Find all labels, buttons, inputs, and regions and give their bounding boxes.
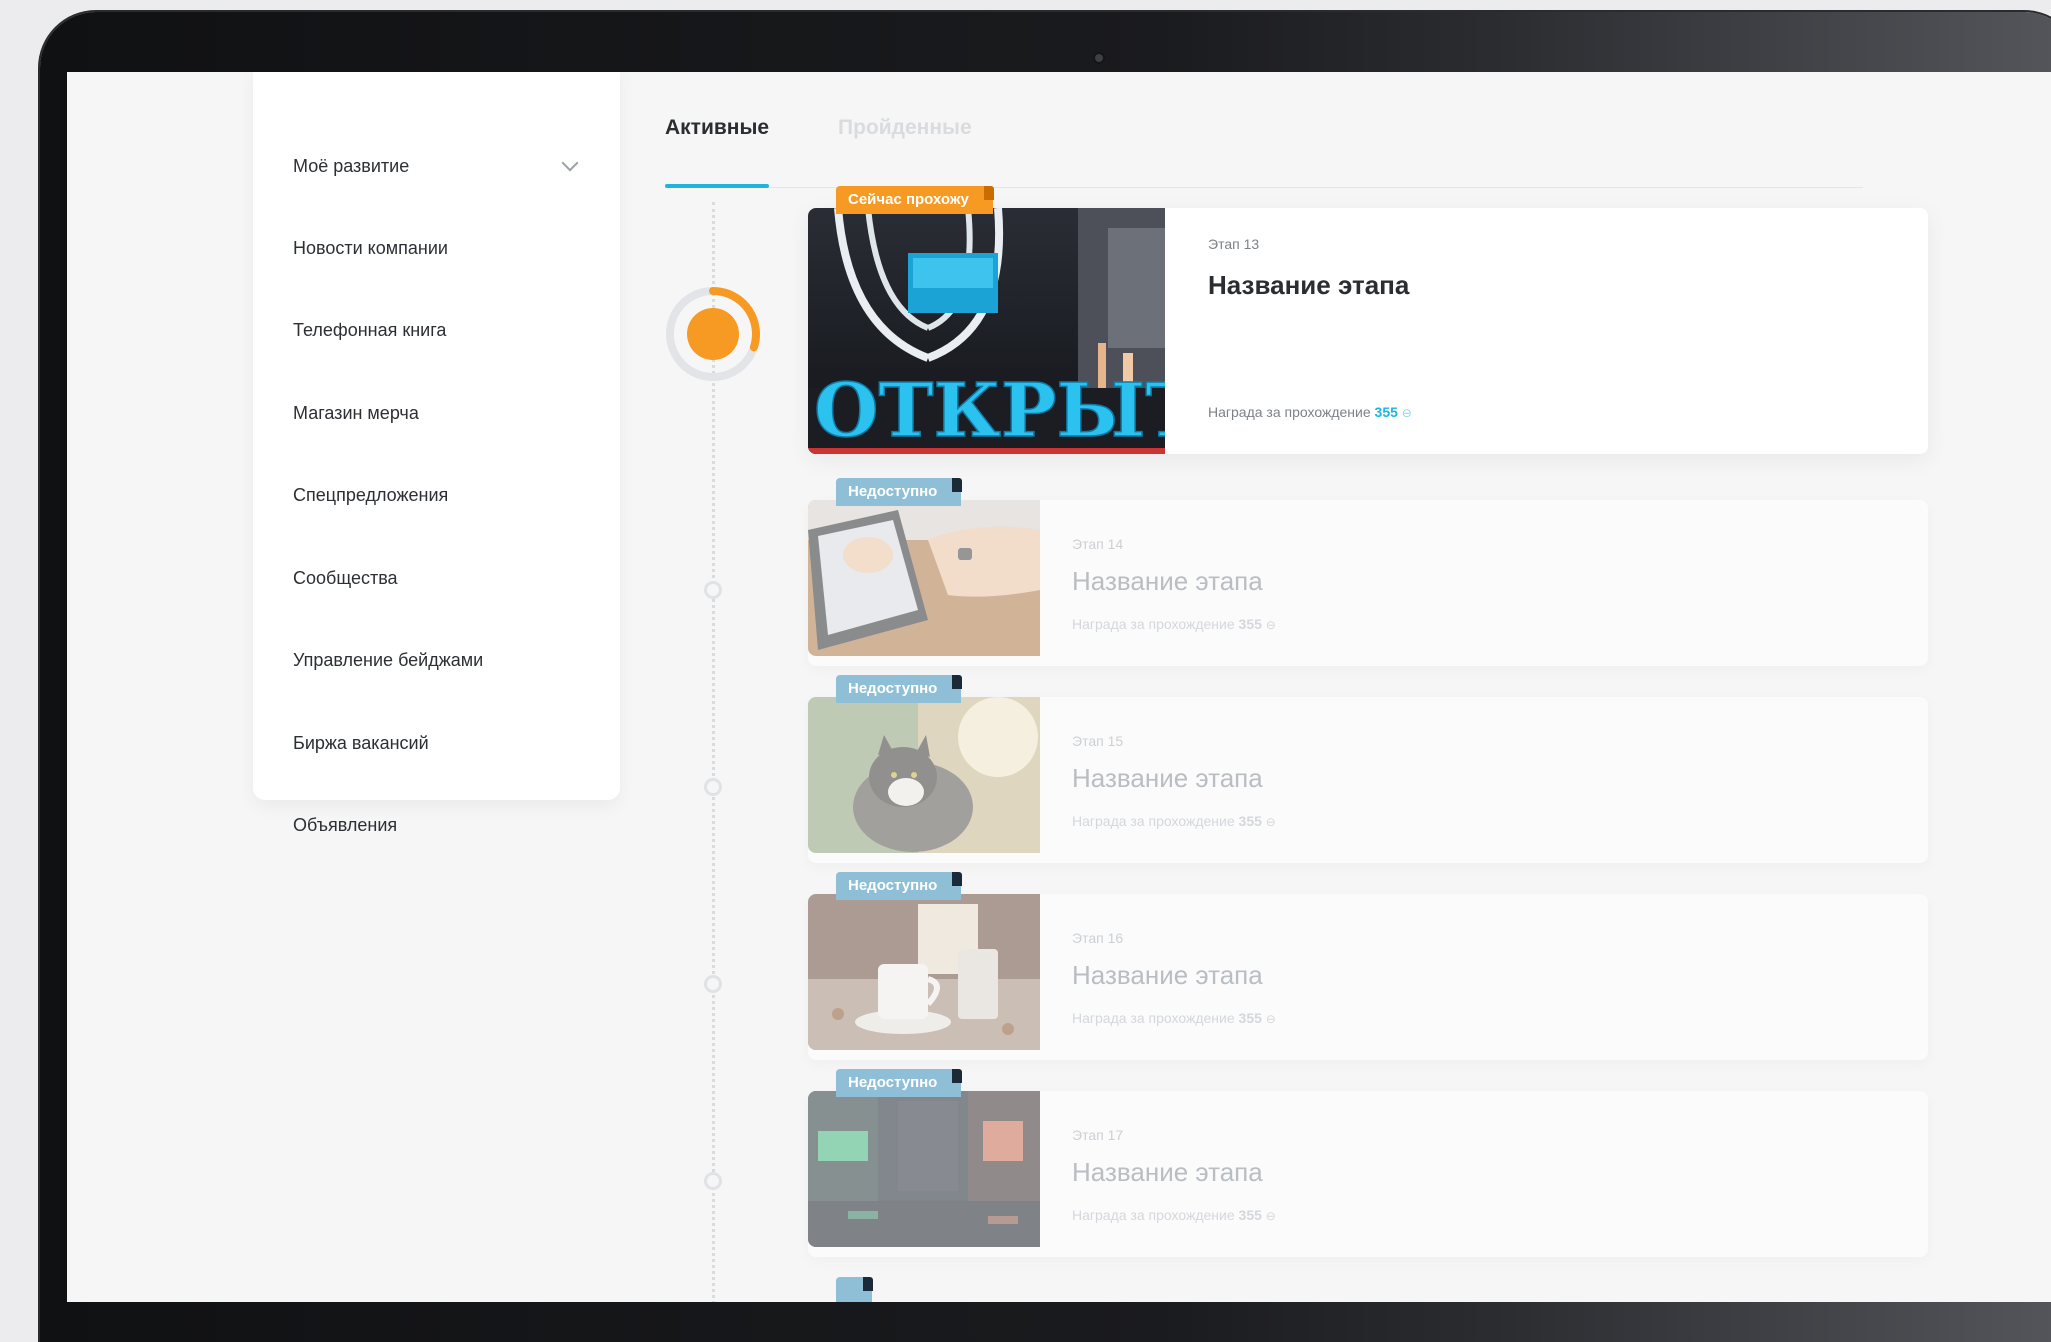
status-badge-label: Недоступно	[848, 1074, 938, 1091]
stage-reward: Награда за прохождение 355 ⊖	[1072, 813, 1276, 829]
status-badge: Сейчас прохожу	[836, 186, 994, 214]
badge-fold	[983, 186, 994, 200]
sidebar-item-label: Сообщества	[293, 567, 398, 588]
stand-sign-text: ОТКРЫТ	[814, 368, 1165, 454]
badge-fold	[952, 872, 963, 886]
stage-card-locked[interactable]: Недоступно Этап 17 Название этапа Наград…	[808, 1069, 1928, 1257]
stage-image-night-street	[808, 1091, 1040, 1247]
stage-image-hands-tablet	[808, 500, 1040, 656]
sidebar-item-label: Моё развитие	[293, 155, 410, 176]
badge-fold	[952, 1069, 963, 1083]
reward-label: Награда за прохождение	[1072, 1207, 1235, 1223]
sidebar-item-announcements[interactable]: Объявления	[293, 805, 580, 845]
status-badge: Недоступно	[836, 1069, 963, 1097]
stage-tabs: Активные Пройденные	[665, 102, 1865, 188]
stage-number: Этап 13	[1208, 236, 1260, 252]
progress-ring	[666, 287, 760, 381]
status-badge-label: Недоступно	[848, 680, 938, 697]
stage-image-cat	[808, 697, 1040, 853]
badge-fold	[863, 1277, 873, 1291]
sidebar-item-special-offers[interactable]: Спецпредложения	[293, 475, 580, 515]
status-badge: Недоступно	[836, 478, 963, 506]
sidebar-menu: Моё развитие Новости компании Телефонная…	[253, 72, 620, 835]
stage-title: Название этапа	[1072, 763, 1263, 793]
stage-card-locked[interactable]: Недоступно Этап 15 Название этапа Наград…	[808, 675, 1928, 863]
stage-reward: Награда за прохождение 355 ⊖	[1208, 404, 1412, 420]
sidebar-item-my-development[interactable]: Моё развитие	[293, 146, 580, 186]
sidebar-item-label: Биржа вакансий	[293, 732, 429, 753]
stage-card-current[interactable]: ОТКРЫТ Сейчас прохожу Этап 13 Название э…	[808, 186, 1928, 454]
stage-image-exhibition: ОТКРЫТ	[808, 208, 1165, 454]
reward-label: Награда за прохождение	[1072, 813, 1235, 829]
current-stage-dot	[687, 308, 739, 360]
tab-active[interactable]: Активные	[665, 102, 769, 154]
reward-value: 355	[1238, 1010, 1262, 1026]
reward-value: 355	[1238, 1207, 1262, 1223]
reward-value: 355	[1374, 404, 1398, 420]
badge-fold	[952, 675, 963, 689]
coin-icon: ⊖	[1265, 1209, 1276, 1223]
reward-label: Награда за прохождение	[1072, 616, 1235, 632]
next-status-badge-peek	[836, 1277, 873, 1302]
status-badge-label: Недоступно	[848, 483, 938, 500]
coin-icon: ⊖	[1265, 618, 1276, 632]
coin-icon: ⊖	[1401, 406, 1412, 420]
timeline-dot	[704, 1172, 722, 1190]
sidebar-item-label: Спецпредложения	[293, 484, 449, 505]
reward-label: Награда за прохождение	[1072, 1010, 1235, 1026]
camera-icon	[1095, 54, 1103, 62]
sidebar-item-label: Объявления	[293, 814, 398, 835]
reward-label: Награда за прохождение	[1208, 404, 1371, 420]
sidebar-item-label: Телефонная книга	[293, 319, 447, 340]
coin-icon: ⊖	[1265, 815, 1276, 829]
stage-card-locked[interactable]: Недоступно Этап 14 Название этапа Наград…	[808, 478, 1928, 666]
sidebar-item-label: Магазин мерча	[293, 402, 419, 423]
sidebar-item-company-news[interactable]: Новости компании	[293, 228, 580, 268]
timeline-dot	[704, 581, 722, 599]
status-badge-label: Сейчас прохожу	[848, 191, 969, 208]
timeline-dot	[704, 975, 722, 993]
stage-card-locked[interactable]: Недоступно Этап 16 Название этапа Наград…	[808, 872, 1928, 1060]
sidebar-item-label: Новости компании	[293, 237, 448, 258]
stage-title: Название этапа	[1072, 1157, 1263, 1187]
stage-title: Название этапа	[1072, 566, 1263, 596]
sidebar-item-phone-book[interactable]: Телефонная книга	[293, 310, 580, 350]
stage-reward: Награда за прохождение 355 ⊖	[1072, 1207, 1276, 1223]
stage-number: Этап 14	[1072, 536, 1124, 552]
stage-title: Название этапа	[1208, 270, 1410, 300]
stage-number: Этап 15	[1072, 733, 1124, 749]
status-badge: Недоступно	[836, 872, 963, 900]
reward-value: 355	[1238, 616, 1262, 632]
badge-fold	[952, 478, 963, 492]
stage-number: Этап 16	[1072, 930, 1124, 946]
chevron-down-icon	[561, 154, 579, 172]
stage-title: Название этапа	[1072, 960, 1263, 990]
reward-value: 355	[1238, 813, 1262, 829]
sidebar-item-badge-management[interactable]: Управление бейджами	[293, 640, 580, 680]
coin-icon: ⊖	[1265, 1012, 1276, 1026]
sidebar-item-merch-store[interactable]: Магазин мерча	[293, 393, 580, 433]
stage-reward: Награда за прохождение 355 ⊖	[1072, 1010, 1276, 1026]
stage-number: Этап 17	[1072, 1127, 1124, 1143]
active-tab-indicator	[665, 184, 769, 188]
status-badge-label: Недоступно	[848, 877, 938, 894]
sidebar-item-label: Управление бейджами	[293, 649, 484, 670]
status-badge: Недоступно	[836, 675, 963, 703]
stage-reward: Награда за прохождение 355 ⊖	[1072, 616, 1276, 632]
timeline-dot	[704, 778, 722, 796]
app-screen: Моё развитие Новости компании Телефонная…	[67, 72, 2051, 1302]
sidebar-item-job-board[interactable]: Биржа вакансий	[293, 723, 580, 763]
tab-completed[interactable]: Пройденные	[838, 102, 972, 154]
stage-image-coffee	[808, 894, 1040, 1050]
sidebar-item-communities[interactable]: Сообщества	[293, 558, 580, 598]
